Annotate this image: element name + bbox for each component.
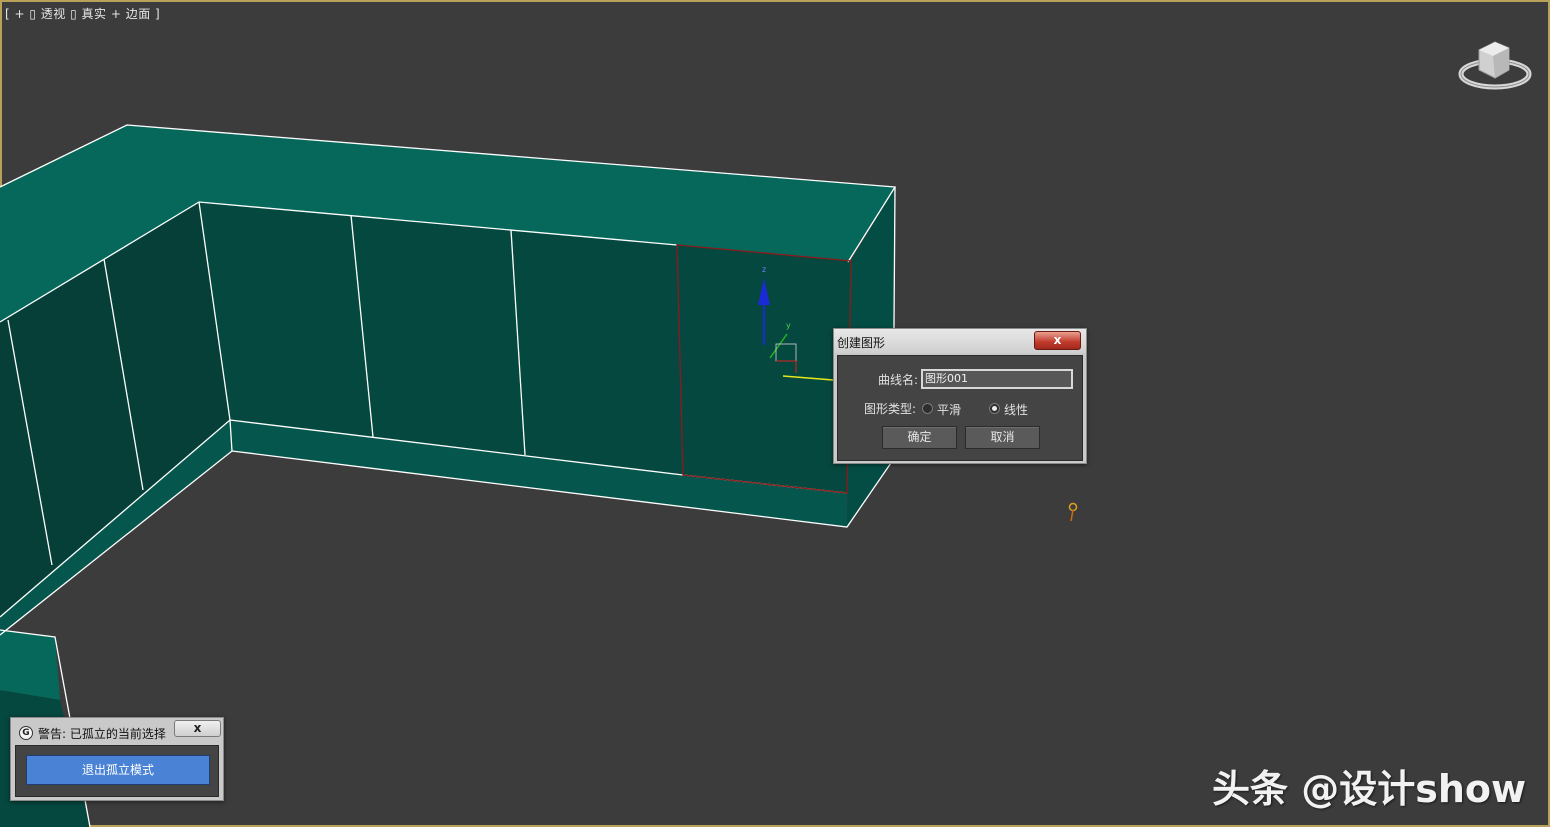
exit-isolation-button[interactable]: 退出孤立模式	[26, 755, 210, 785]
dialog-title: 创建图形	[837, 336, 886, 350]
isolation-warning-dialog[interactable]: G 警告: 已孤立的当前选择 x 退出孤立模式	[10, 717, 224, 801]
warning-body: 退出孤立模式	[15, 745, 219, 797]
cancel-button[interactable]: 取消	[965, 426, 1040, 449]
watermark: 头条 @设计show	[1212, 767, 1527, 811]
scene-geometry[interactable]: z y	[0, 0, 1550, 827]
shape-type-label: 图形类型:	[864, 402, 917, 416]
dialog-body: 曲线名: 图形001 图形类型: 平滑 线性 确定 取消	[837, 355, 1083, 461]
close-icon[interactable]: x	[174, 720, 221, 737]
viewport-label[interactable]: [ + ▯ 透视 ▯ 真实 + 边面 ]	[5, 5, 160, 22]
ok-button[interactable]: 确定	[882, 426, 957, 449]
warning-title: 警告: 已孤立的当前选择	[38, 727, 166, 741]
app-logo-icon: G	[19, 726, 33, 740]
perspective-viewport[interactable]: z y [ + ▯ 透视 ▯ 真实 + 边面 ] 创建图形 x 曲线名: 图形0	[0, 0, 1550, 827]
linear-radio-label[interactable]: 线性	[1004, 401, 1028, 418]
dialog-titlebar[interactable]: 创建图形 x	[834, 329, 1086, 353]
viewcube-icon[interactable]	[1455, 36, 1535, 98]
curve-name-label: 曲线名:	[878, 373, 919, 387]
lower-cabinet-top	[0, 630, 60, 700]
gizmo-y-label: y	[786, 321, 791, 330]
smooth-radio[interactable]	[922, 403, 933, 414]
create-shape-dialog[interactable]: 创建图形 x 曲线名: 图形001 图形类型: 平滑 线性 确定 取消	[833, 328, 1087, 464]
close-icon[interactable]: x	[1034, 331, 1081, 350]
gizmo-z-label: z	[762, 265, 766, 274]
linear-radio[interactable]	[989, 403, 1000, 414]
pivot-marker-icon	[1068, 502, 1078, 522]
curve-name-input[interactable]: 图形001	[921, 369, 1073, 389]
smooth-radio-label[interactable]: 平滑	[937, 401, 961, 418]
